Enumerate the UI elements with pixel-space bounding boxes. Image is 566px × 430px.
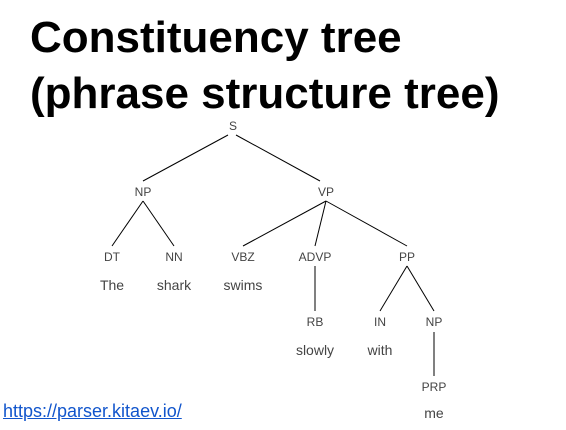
node-pp: PP <box>399 250 415 264</box>
edge-vp-advp <box>314 200 327 247</box>
word-the: The <box>100 277 124 293</box>
edge-pp-in <box>379 265 408 312</box>
node-vp: VP <box>318 185 334 199</box>
edge-s-np <box>142 134 229 182</box>
edge-pp-np <box>406 265 435 312</box>
node-s: S <box>229 119 237 133</box>
word-swims: swims <box>224 277 263 293</box>
node-prp: PRP <box>422 380 447 394</box>
edge-np-nn <box>142 200 175 247</box>
node-in: IN <box>374 315 386 329</box>
edge-s-vp <box>235 134 321 182</box>
edge-vp-vbz <box>242 200 327 247</box>
edge-vp-pp <box>325 200 408 247</box>
node-rb: RB <box>307 315 324 329</box>
node-dt: DT <box>104 250 121 264</box>
source-link[interactable]: https://parser.kitaev.io/ <box>3 401 182 422</box>
tree-labels: S NP VP DT NN VBZ ADVP PP RB IN NP PRP <box>104 119 446 394</box>
node-advp: ADVP <box>299 250 332 264</box>
node-nn: NN <box>165 250 182 264</box>
node-np-2: NP <box>426 315 443 329</box>
edge-np-dt <box>111 200 144 247</box>
node-vbz: VBZ <box>231 250 254 264</box>
word-me: me <box>424 405 444 421</box>
constituency-tree-diagram: S NP VP DT NN VBZ ADVP PP RB IN NP PRP T… <box>100 119 446 421</box>
word-slowly: slowly <box>296 342 334 358</box>
node-np: NP <box>135 185 152 199</box>
word-shark: shark <box>157 277 192 293</box>
word-with: with <box>367 342 393 358</box>
tree-words: The shark swims slowly with me <box>100 277 444 421</box>
tree-edges <box>111 134 435 376</box>
